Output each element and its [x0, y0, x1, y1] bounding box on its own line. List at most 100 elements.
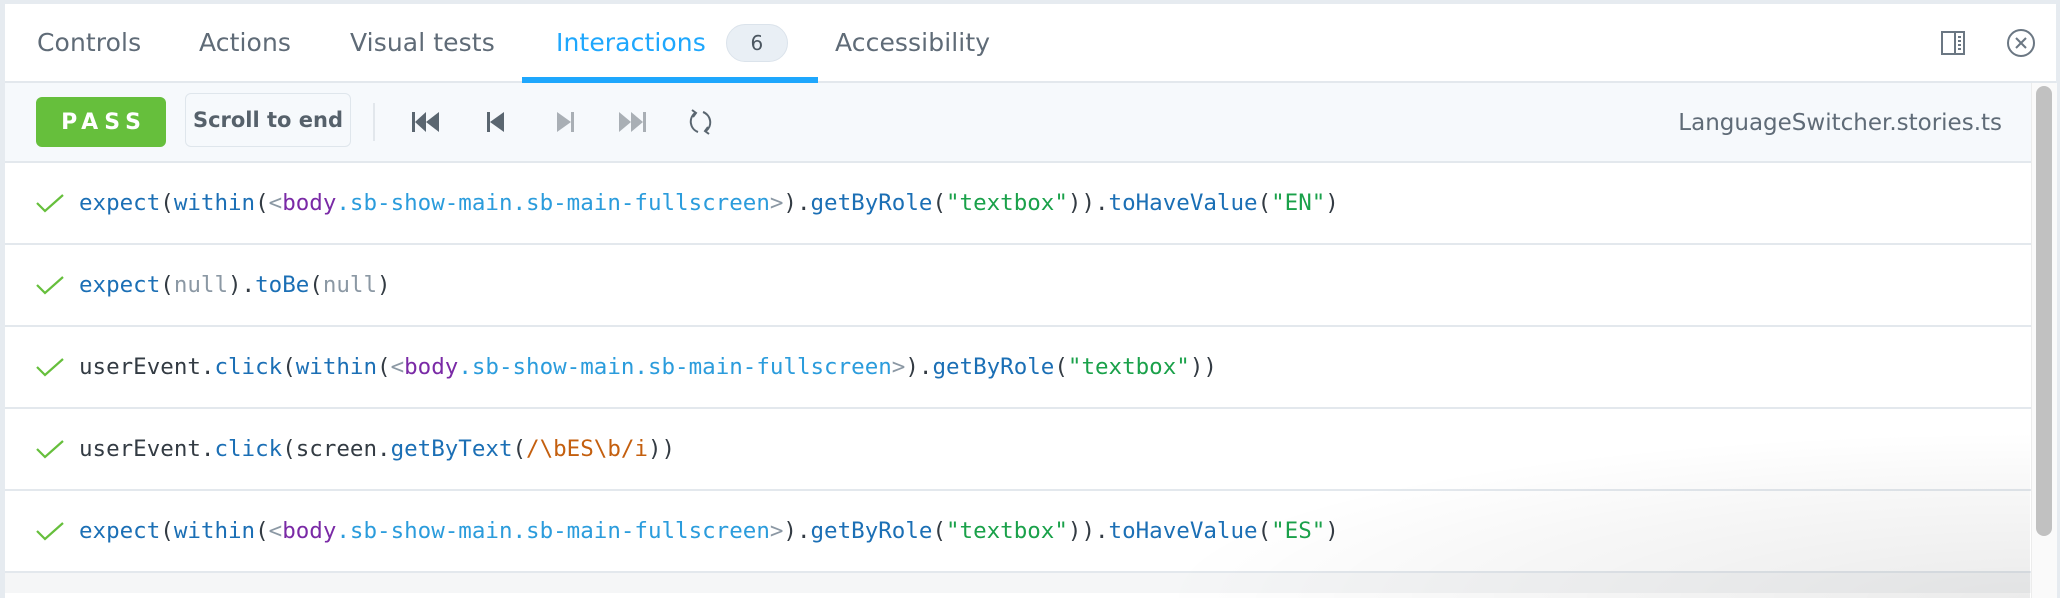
code-token-null: null: [322, 272, 378, 298]
toggle-panel-orientation-button[interactable]: [1940, 30, 1966, 56]
interaction-code: expect(null).toBe(null): [79, 272, 391, 298]
tab-accessibility[interactable]: Accessibility: [835, 4, 990, 81]
code-token-fn: getByRole: [810, 190, 933, 216]
code-token-punct: (: [255, 518, 269, 544]
code-token-punct: ).: [905, 354, 933, 380]
scroll-to-end-button[interactable]: Scroll to end: [185, 93, 351, 147]
code-token-el-bracket: <: [390, 354, 405, 380]
code-token-str: "textbox": [945, 518, 1068, 544]
code-token-punct: (: [160, 272, 174, 298]
interaction-code: expect(within(<body.sb-show-main.sb-main…: [79, 518, 1339, 544]
check-icon: [35, 274, 69, 296]
code-token-punct: .: [200, 354, 215, 380]
code-token-punct: (: [1257, 518, 1272, 544]
interaction-code: userEvent.click(screen.getByText(/\bES\b…: [79, 436, 675, 462]
tab-interactions[interactable]: Interactions 6: [522, 4, 818, 83]
rerun-button[interactable]: [684, 107, 718, 137]
interaction-row[interactable]: expect(within(<body.sb-show-main.sb-main…: [5, 163, 2031, 245]
code-token-fn: getByText: [390, 436, 513, 462]
step-back-icon: [487, 112, 504, 132]
toolbar-divider: [373, 103, 375, 141]
code-token-fn: getByRole: [932, 354, 1055, 380]
check-icon: [35, 520, 69, 542]
step-forward-button[interactable]: [548, 107, 582, 137]
code-token-punct: (: [932, 190, 946, 216]
interaction-row[interactable]: expect(null).toBe(null): [5, 245, 2031, 327]
code-token-punct: (: [1054, 354, 1068, 380]
tab-actions[interactable]: Actions: [199, 4, 291, 81]
code-token-el-cls: .sb-show-main.sb-main-fullscreen: [336, 190, 770, 216]
code-token-punct: ).: [783, 518, 811, 544]
code-token-punct: (: [255, 190, 269, 216]
code-token-fn: within: [173, 518, 256, 544]
code-token-punct: )).: [1067, 518, 1109, 544]
addon-tab-bar: Controls Actions Visual tests Interactio…: [5, 4, 2056, 83]
code-token-el-bracket: <: [268, 190, 283, 216]
code-token-punct: (: [160, 190, 174, 216]
jump-to-end-button[interactable]: [615, 107, 649, 137]
code-token-punct: ): [1325, 518, 1339, 544]
code-token-el-cls: .sb-show-main.sb-main-fullscreen: [458, 354, 892, 380]
code-token-punct: ).: [783, 190, 811, 216]
code-token-el-bracket: >: [769, 190, 784, 216]
story-file-name: LanguageSwitcher.stories.ts: [1678, 110, 2002, 136]
jump-to-end-icon: [619, 112, 646, 132]
code-token-null: null: [173, 272, 229, 298]
interaction-code: userEvent.click(within(<body.sb-show-mai…: [79, 354, 1217, 380]
code-token-punct: ): [1325, 190, 1339, 216]
tab-label: Actions: [199, 28, 292, 57]
code-token-punct: (: [932, 518, 946, 544]
code-token-punct: ).: [228, 272, 256, 298]
code-token-el-bracket: >: [891, 354, 906, 380]
code-token-punct: (: [512, 436, 527, 462]
check-icon: [35, 438, 69, 460]
code-token-regex: /\bES\b/i: [526, 436, 648, 462]
code-token-punct: )): [1189, 354, 1217, 380]
interaction-row[interactable]: userEvent.click(screen.getByText(/\bES\b…: [5, 409, 2031, 491]
code-token-fn: expect: [79, 518, 161, 544]
interaction-row-partial: [5, 573, 2031, 593]
code-token-str: "EN": [1271, 190, 1326, 216]
code-token-ident: userEvent: [79, 354, 201, 380]
step-back-button[interactable]: [479, 107, 513, 137]
step-forward-icon: [557, 112, 574, 132]
interactions-count-badge: 6: [725, 23, 788, 62]
code-token-punct: (: [309, 272, 323, 298]
code-token-punct: (: [377, 354, 391, 380]
code-token-fn: within: [173, 190, 256, 216]
code-token-el-bracket: >: [769, 518, 784, 544]
interaction-row[interactable]: expect(within(<body.sb-show-main.sb-main…: [5, 491, 2031, 573]
code-token-fn: expect: [79, 190, 161, 216]
jump-to-start-icon: [412, 112, 439, 132]
tab-controls[interactable]: Controls: [37, 4, 141, 81]
interaction-row[interactable]: userEvent.click(within(<body.sb-show-mai…: [5, 327, 2031, 409]
code-token-fn: click: [214, 436, 283, 462]
code-token-fn: expect: [79, 272, 161, 298]
code-token-el-tag: body: [282, 190, 337, 216]
scrollbar-thumb[interactable]: [2036, 86, 2052, 536]
code-token-str: "textbox": [945, 190, 1068, 216]
tab-label: Accessibility: [835, 28, 991, 57]
rerun-icon: [689, 109, 712, 135]
code-token-el-cls: .sb-show-main.sb-main-fullscreen: [336, 518, 770, 544]
tab-visual-tests[interactable]: Visual tests: [350, 4, 495, 81]
code-token-punct: )): [647, 436, 676, 462]
code-token-el-tag: body: [282, 518, 337, 544]
code-token-punct: (: [282, 354, 296, 380]
tab-label: Controls: [37, 28, 142, 57]
tab-label: Visual tests: [350, 28, 495, 57]
sidebar-right-icon: [1941, 30, 1965, 55]
check-icon: [35, 356, 69, 378]
code-token-fn: getByRole: [810, 518, 933, 544]
code-token-el-bracket: <: [268, 518, 283, 544]
code-token-punct: ): [377, 272, 391, 298]
jump-to-start-button[interactable]: [409, 107, 443, 137]
code-token-ident: screen: [295, 436, 378, 462]
close-circle-icon: [2007, 28, 2035, 57]
code-token-str: "textbox": [1067, 354, 1190, 380]
code-token-punct: )).: [1067, 190, 1109, 216]
code-token-punct: (: [1257, 190, 1272, 216]
code-token-ident: userEvent: [79, 436, 201, 462]
close-panel-button[interactable]: [2006, 28, 2036, 58]
check-icon: [35, 192, 69, 214]
